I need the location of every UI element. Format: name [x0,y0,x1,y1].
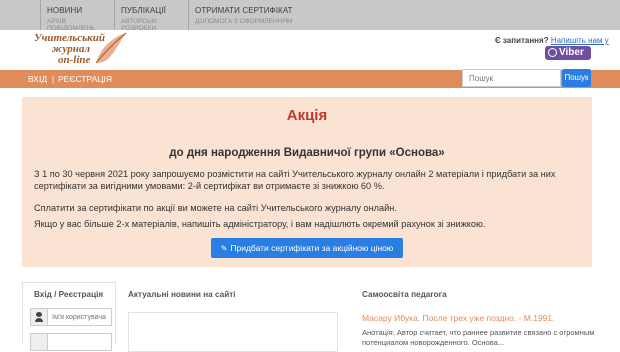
site-header: Учительський журнал on-line Є запитання?… [0,30,620,70]
password-field[interactable] [30,333,112,351]
site-logo[interactable]: Учительський журнал on-line [22,33,150,69]
top-menu-news[interactable]: Новини Архів повідомлень [40,0,114,32]
top-menu-certificate[interactable]: Отримати сертифікат Допомога з оформленн… [188,0,298,30]
user-icon [31,309,48,325]
lock-icon [31,334,48,350]
promo-title: Акція [286,107,328,124]
search-button[interactable]: Пошук [562,69,591,87]
nav-login-link[interactable]: Вхід [28,74,47,84]
buy-certificates-button[interactable]: ✎ Придбати сертифікати за акційною ціною [211,238,403,258]
self-education-title: Самоосвіта педагога [362,290,447,299]
search-input[interactable] [462,69,561,87]
logo-line-3: on-line [58,54,91,66]
promo-banner: Акція до дня народження Видавничої групи… [22,97,592,267]
top-menu-news-label: Новини [47,6,83,15]
contact-prompt: Є запитання? Напишіть нам у [495,36,609,45]
buy-certificates-label: Придбати сертифікати за акційною ціною [230,243,394,253]
self-education-link[interactable]: Масару Ибука. После трех уже поздно. - М… [362,313,555,323]
top-menu-publications-label: Публікації [121,6,166,15]
top-menu-certificate-sub: Допомога з оформленням [195,18,293,25]
contact-link[interactable]: Напишіть нам у [551,36,609,45]
top-menu-publications[interactable]: Публікації Авторські розробки [114,0,188,32]
news-title: Актуальні новини на сайті [128,290,236,299]
login-title: Вхід / Реєстрація [34,290,104,299]
viber-icon [548,48,557,57]
top-menu-certificate-label: Отримати сертифікат [195,6,293,15]
cart-icon: ✎ [220,244,228,253]
promo-paragraph-2: Сплатити за сертифікати по акції ви може… [34,203,397,213]
username-input[interactable] [48,309,111,325]
viber-label: Viber [559,47,584,58]
nav-separator: | [52,74,55,84]
contact-question: Є запитання? [495,36,549,45]
promo-paragraph-1: З 1 по 30 червня 2021 року запрошуємо ро… [34,169,556,191]
self-education-annotation: Анотація: Автор считает, что раннее разв… [362,328,595,347]
news-feed-box [128,312,338,352]
nav-register-link[interactable]: Реєстрація [58,74,112,84]
viber-button[interactable]: Viber [545,46,591,60]
promo-subtitle: до дня народження Видавничої групи «Осно… [169,147,445,159]
username-field[interactable] [30,308,112,326]
top-menu-bar: Новини Архів повідомлень Публікації Авто… [0,0,620,32]
promo-paragraph-3: Якщо у вас більше 2-х матеріалів, напиші… [34,219,486,229]
